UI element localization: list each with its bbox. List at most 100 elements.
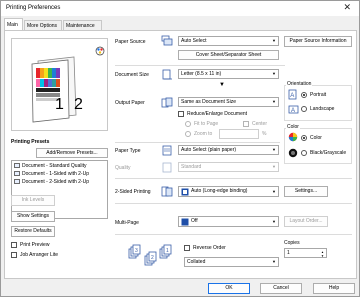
ink-levels-button[interactable]: Ink Levels: [11, 195, 55, 206]
divider: [115, 142, 280, 143]
cancel-button[interactable]: Cancel: [260, 283, 302, 294]
printer-preview-image: 1 2: [31, 46, 105, 123]
add-remove-presets-button[interactable]: Add/Remove Presets...: [36, 148, 108, 158]
paper-tray-icon: [161, 35, 173, 46]
paper-source-select[interactable]: Auto Select ▼: [178, 36, 279, 46]
svg-text:2: 2: [151, 255, 154, 261]
fit-to-page-radio[interactable]: [185, 121, 191, 127]
preview-page-number-2: 2: [74, 96, 83, 113]
reverse-order-label: Reverse Order: [193, 245, 226, 251]
tab-more-options[interactable]: More Options: [24, 20, 62, 30]
black-grayscale-radio[interactable]: [301, 150, 307, 156]
duplex-icon: [181, 188, 189, 196]
chevron-down-icon: ▼: [272, 71, 276, 76]
two-sided-icon: [161, 186, 173, 197]
presets-heading: Printing Presets: [11, 139, 50, 145]
quality-icon: [162, 162, 172, 173]
center-checkbox[interactable]: [243, 121, 249, 127]
black-grayscale-icon: [288, 148, 298, 158]
document-size-select[interactable]: Letter (8.5 x 11 in) ▼: [178, 69, 279, 79]
paper-type-icon: [162, 145, 172, 156]
multi-page-label: Multi-Page: [115, 220, 139, 226]
multi-page-icon: [181, 218, 189, 226]
reverse-order-checkbox[interactable]: [184, 245, 190, 251]
landscape-radio[interactable]: [301, 106, 307, 112]
preset-item[interactable]: Document - Standard Quality: [14, 163, 86, 169]
restore-defaults-button[interactable]: Restore Defaults: [11, 226, 55, 237]
svg-text:1: 1: [166, 248, 169, 254]
zoom-to-label: Zoom to: [194, 131, 213, 137]
tab-maintenance[interactable]: Maintenance: [63, 20, 102, 30]
chevron-down-icon: ▼: [272, 189, 276, 194]
job-arranger-checkbox[interactable]: [11, 252, 17, 258]
chevron-down-icon: ▼: [272, 259, 276, 264]
two-sided-select[interactable]: Auto (Long-edge binding) ▼: [178, 186, 279, 197]
black-grayscale-label: Black/Grayscale: [310, 150, 347, 156]
document-icon: [14, 179, 20, 184]
paper-type-select[interactable]: Auto Select (plain paper) ▼: [178, 145, 279, 155]
cover-sheet-button[interactable]: Cover Sheet/Separator Sheet: [178, 50, 279, 60]
portrait-icon: A: [288, 89, 297, 100]
ok-button[interactable]: OK: [208, 283, 250, 294]
divider: [115, 178, 352, 179]
two-sided-label: 2-Sided Printing: [115, 189, 151, 195]
window-title: Printing Preferences: [6, 5, 61, 11]
printing-preferences-window: Printing Preferences ✕ Main More Options…: [0, 0, 360, 297]
zoom-unit-label: %: [262, 131, 267, 137]
landscape-label: Landscape: [310, 106, 335, 112]
show-settings-button[interactable]: Show Settings: [11, 211, 55, 222]
stepper-arrows-icon[interactable]: ▲ ▼: [321, 250, 324, 258]
paper-type-label: Paper Type: [115, 148, 141, 154]
chevron-down-icon: ▼: [272, 38, 276, 43]
tab-main[interactable]: Main: [4, 18, 23, 30]
landscape-icon: A: [288, 105, 299, 114]
printer-preview: 1 2: [11, 38, 108, 131]
chevron-down-icon: ▼: [272, 147, 276, 152]
paper-source-label: Paper Source: [115, 39, 146, 45]
output-paper-icon: [161, 97, 173, 108]
center-label: Center: [252, 121, 268, 127]
title-bar: Printing Preferences ✕: [1, 1, 359, 16]
print-preview-checkbox[interactable]: [11, 242, 17, 248]
preset-item[interactable]: Document - 1-Sided with 2-Up: [14, 171, 89, 177]
color-icon: [288, 132, 298, 142]
divider: [115, 234, 352, 235]
reduce-enlarge-label: Reduce/Enlarge Document: [187, 111, 248, 117]
color-radio[interactable]: [301, 135, 307, 141]
svg-text:3: 3: [135, 248, 138, 254]
divider: [115, 65, 285, 66]
two-sided-settings-button[interactable]: Settings...: [284, 186, 328, 197]
orientation-label: Orientation: [286, 81, 313, 87]
print-preview-label: Print Preview: [20, 242, 50, 248]
document-size-icon: [162, 69, 172, 80]
chevron-down-icon: ▼: [272, 164, 276, 169]
preview-page-number-1: 1: [55, 96, 64, 113]
output-paper-select[interactable]: Same as Document Size ▼: [178, 97, 279, 107]
preset-item[interactable]: Document - 2-Sided with 2-Up: [14, 179, 89, 185]
close-icon[interactable]: ✕: [343, 3, 351, 12]
chevron-down-icon: ▼: [272, 219, 276, 224]
reduce-enlarge-checkbox[interactable]: [178, 111, 184, 117]
multi-page-select[interactable]: Off ▼: [178, 216, 279, 227]
portrait-label: Portrait: [310, 92, 327, 98]
layout-order-button[interactable]: Layout Order...: [284, 216, 328, 227]
color-option-label: Color: [310, 135, 322, 141]
quality-label: Quality: [115, 165, 131, 171]
zoom-to-radio[interactable]: [185, 131, 191, 137]
portrait-radio[interactable]: [301, 92, 307, 98]
collated-select[interactable]: Collated ▼: [184, 257, 279, 267]
job-arranger-label: Job Arranger Lite: [20, 252, 59, 258]
svg-text:A: A: [290, 93, 294, 99]
fit-to-page-label: Fit to Page: [194, 121, 219, 127]
document-size-label: Document Size: [115, 72, 149, 78]
main-panel: 1 2 Printing Presets Add/Remove Presets.…: [4, 30, 357, 279]
chevron-down-icon: ▼: [219, 82, 225, 88]
svg-text:A: A: [291, 108, 295, 114]
help-button[interactable]: Help: [313, 283, 355, 294]
document-icon: [14, 171, 20, 176]
zoom-percent-input[interactable]: [219, 129, 259, 139]
quality-select[interactable]: Standard ▼: [178, 162, 279, 172]
collate-icon: 3 2 1: [128, 244, 172, 266]
paper-source-info-button[interactable]: Paper Source Information: [284, 36, 352, 47]
copies-stepper[interactable]: 1 ▲ ▼: [284, 248, 327, 258]
